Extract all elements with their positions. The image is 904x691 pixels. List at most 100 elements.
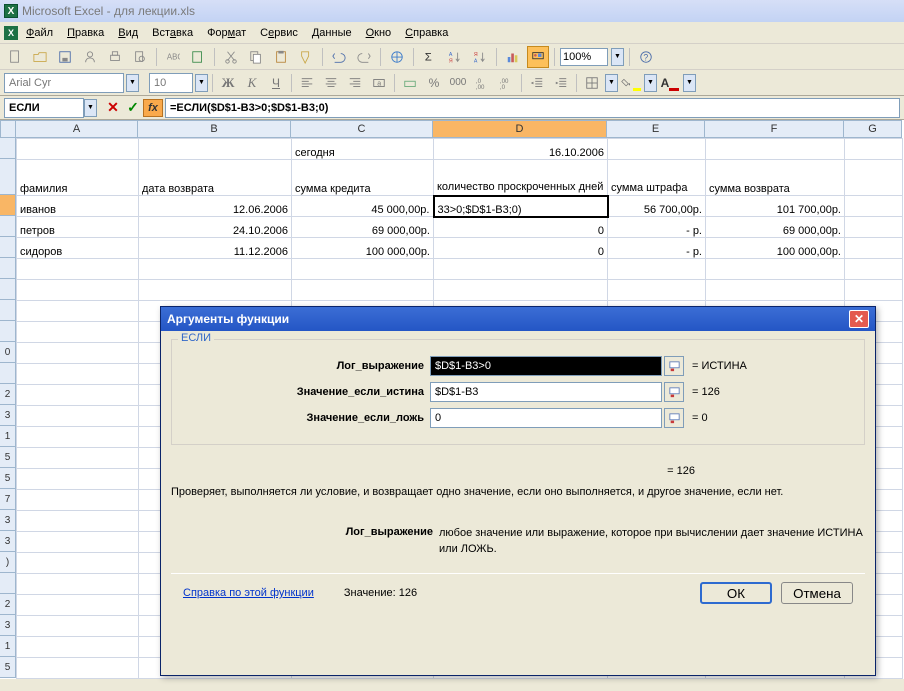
menu-data[interactable]: Данные (306, 25, 358, 41)
row-header[interactable] (0, 300, 16, 321)
collapse-dialog-icon[interactable] (664, 356, 684, 376)
menu-window[interactable]: Окно (360, 25, 398, 41)
column-header[interactable]: A (16, 120, 138, 138)
sort-desc-icon[interactable]: ЯА (469, 46, 491, 68)
column-header[interactable]: D (433, 120, 607, 138)
menu-view[interactable]: Вид (112, 25, 144, 41)
new-icon[interactable] (4, 46, 26, 68)
size-dropdown-icon[interactable]: ▼ (195, 74, 208, 92)
row-header[interactable] (0, 363, 16, 384)
fill-color-icon[interactable] (620, 72, 642, 94)
font-dropdown-icon[interactable]: ▼ (126, 74, 139, 92)
drawing-icon[interactable] (527, 46, 549, 68)
undo-icon[interactable] (328, 46, 350, 68)
formula-input[interactable]: =ЕСЛИ($D$1-B3>0;$D$1-B3;0) (165, 98, 900, 118)
row-header[interactable] (0, 573, 16, 594)
font-size-select[interactable]: 10 (149, 73, 193, 93)
underline-icon[interactable]: Ч (265, 72, 287, 94)
row-header[interactable] (0, 159, 16, 195)
column-header[interactable]: C (291, 120, 433, 138)
menu-edit[interactable]: Правка (61, 25, 110, 41)
font-color-icon[interactable]: А (659, 72, 681, 94)
arg2-input[interactable] (430, 382, 662, 402)
ok-button[interactable]: ОК (700, 582, 772, 604)
namebox-dropdown-icon[interactable]: ▼ (84, 99, 97, 117)
save-icon[interactable] (54, 46, 76, 68)
print-icon[interactable] (104, 46, 126, 68)
row-header[interactable] (0, 195, 16, 216)
row-header[interactable]: 3 (0, 510, 16, 531)
arg3-input[interactable] (430, 408, 662, 428)
menu-file[interactable]: Файл (20, 25, 59, 41)
zoom-select[interactable]: 100% (560, 48, 608, 66)
paste-icon[interactable] (270, 46, 292, 68)
row-header[interactable] (0, 279, 16, 300)
decrease-indent-icon[interactable] (526, 72, 548, 94)
percent-icon[interactable]: % (423, 72, 445, 94)
cancel-formula-icon[interactable]: ✕ (104, 99, 122, 117)
doc-icon[interactable]: X (4, 26, 18, 40)
borders-dropdown-icon[interactable]: ▼ (605, 74, 618, 92)
column-header[interactable]: B (138, 120, 291, 138)
fx-button-icon[interactable]: fx (143, 99, 163, 117)
collapse-dialog-icon[interactable] (664, 382, 684, 402)
preview-icon[interactable] (129, 46, 151, 68)
font-select[interactable]: Arial Cyr (4, 73, 124, 93)
italic-icon[interactable]: К (241, 72, 263, 94)
row-header[interactable]: 3 (0, 405, 16, 426)
increase-decimal-icon[interactable]: ,0,00 (471, 72, 493, 94)
autosum-icon[interactable]: Σ (419, 46, 441, 68)
row-header[interactable]: 3 (0, 531, 16, 552)
row-header[interactable] (0, 138, 16, 159)
spelling-icon[interactable]: ABC (162, 46, 184, 68)
menu-insert[interactable]: Вставка (146, 25, 199, 41)
row-header[interactable]: 5 (0, 468, 16, 489)
row-header[interactable]: 0 (0, 342, 16, 363)
row-header[interactable] (0, 216, 16, 237)
permission-icon[interactable] (79, 46, 101, 68)
cancel-button[interactable]: Отмена (781, 582, 853, 604)
comma-icon[interactable]: 000 (447, 72, 469, 94)
research-icon[interactable] (187, 46, 209, 68)
collapse-dialog-icon[interactable] (664, 408, 684, 428)
row-header[interactable]: 2 (0, 594, 16, 615)
menu-tools[interactable]: Сервис (254, 25, 304, 41)
row-header[interactable] (0, 321, 16, 342)
row-header[interactable]: 5 (0, 447, 16, 468)
bold-icon[interactable]: Ж (217, 72, 239, 94)
row-header[interactable]: 5 (0, 657, 16, 678)
menu-format[interactable]: Формат (201, 25, 252, 41)
name-box[interactable]: ЕСЛИ (4, 98, 84, 118)
zoom-dropdown-icon[interactable]: ▼ (611, 48, 624, 66)
row-header[interactable]: 1 (0, 636, 16, 657)
row-header[interactable]: 7 (0, 489, 16, 510)
align-right-icon[interactable] (344, 72, 366, 94)
select-all-corner[interactable] (0, 120, 16, 138)
borders-icon[interactable] (581, 72, 603, 94)
decrease-decimal-icon[interactable]: ,00,0 (495, 72, 517, 94)
confirm-formula-icon[interactable]: ✓ (124, 99, 142, 117)
open-icon[interactable] (29, 46, 51, 68)
sort-asc-icon[interactable]: АЯ (444, 46, 466, 68)
close-icon[interactable]: ✕ (849, 310, 869, 328)
merge-center-icon[interactable]: a (368, 72, 390, 94)
copy-icon[interactable] (245, 46, 267, 68)
column-header[interactable]: F (705, 120, 844, 138)
row-header[interactable]: 1 (0, 426, 16, 447)
menu-help[interactable]: Справка (399, 25, 454, 41)
fontcolor-dropdown-icon[interactable]: ▼ (683, 74, 696, 92)
column-header[interactable]: E (607, 120, 705, 138)
fill-dropdown-icon[interactable]: ▼ (644, 74, 657, 92)
increase-indent-icon[interactable] (550, 72, 572, 94)
hyperlink-icon[interactable] (386, 46, 408, 68)
align-center-icon[interactable] (320, 72, 342, 94)
redo-icon[interactable] (353, 46, 375, 68)
arg1-input[interactable] (430, 356, 662, 376)
align-left-icon[interactable] (296, 72, 318, 94)
help-icon[interactable]: ? (635, 46, 657, 68)
currency-icon[interactable] (399, 72, 421, 94)
row-header[interactable]: ) (0, 552, 16, 573)
chart-icon[interactable] (502, 46, 524, 68)
format-painter-icon[interactable] (295, 46, 317, 68)
column-header[interactable]: G (844, 120, 902, 138)
